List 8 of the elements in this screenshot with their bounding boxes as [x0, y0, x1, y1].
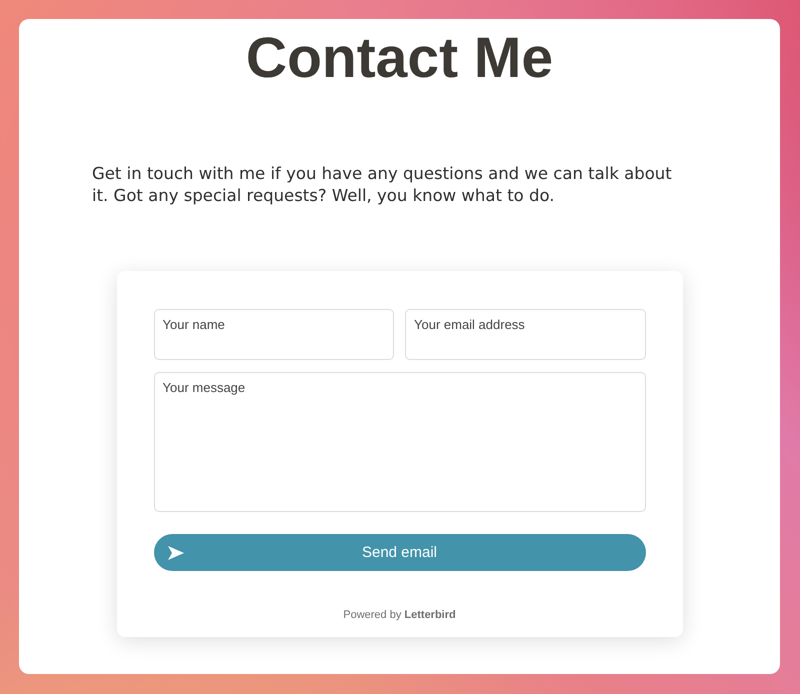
- text-field[interactable]: Your name: [154, 309, 394, 360]
- send-button[interactable]: Send email: [154, 534, 646, 571]
- powered-by-text: Powered by Letterbird: [343, 609, 456, 621]
- send-icon: [168, 546, 184, 560]
- message-field[interactable]: Your message: [154, 372, 646, 512]
- text-field[interactable]: Your email address: [405, 309, 646, 360]
- page-title: Contact Me: [246, 25, 554, 91]
- intro-paragraph: Get in touch with me if you have any questions and we can talk about it. Got any special requests? Well, you know what to do.: [92, 163, 673, 207]
